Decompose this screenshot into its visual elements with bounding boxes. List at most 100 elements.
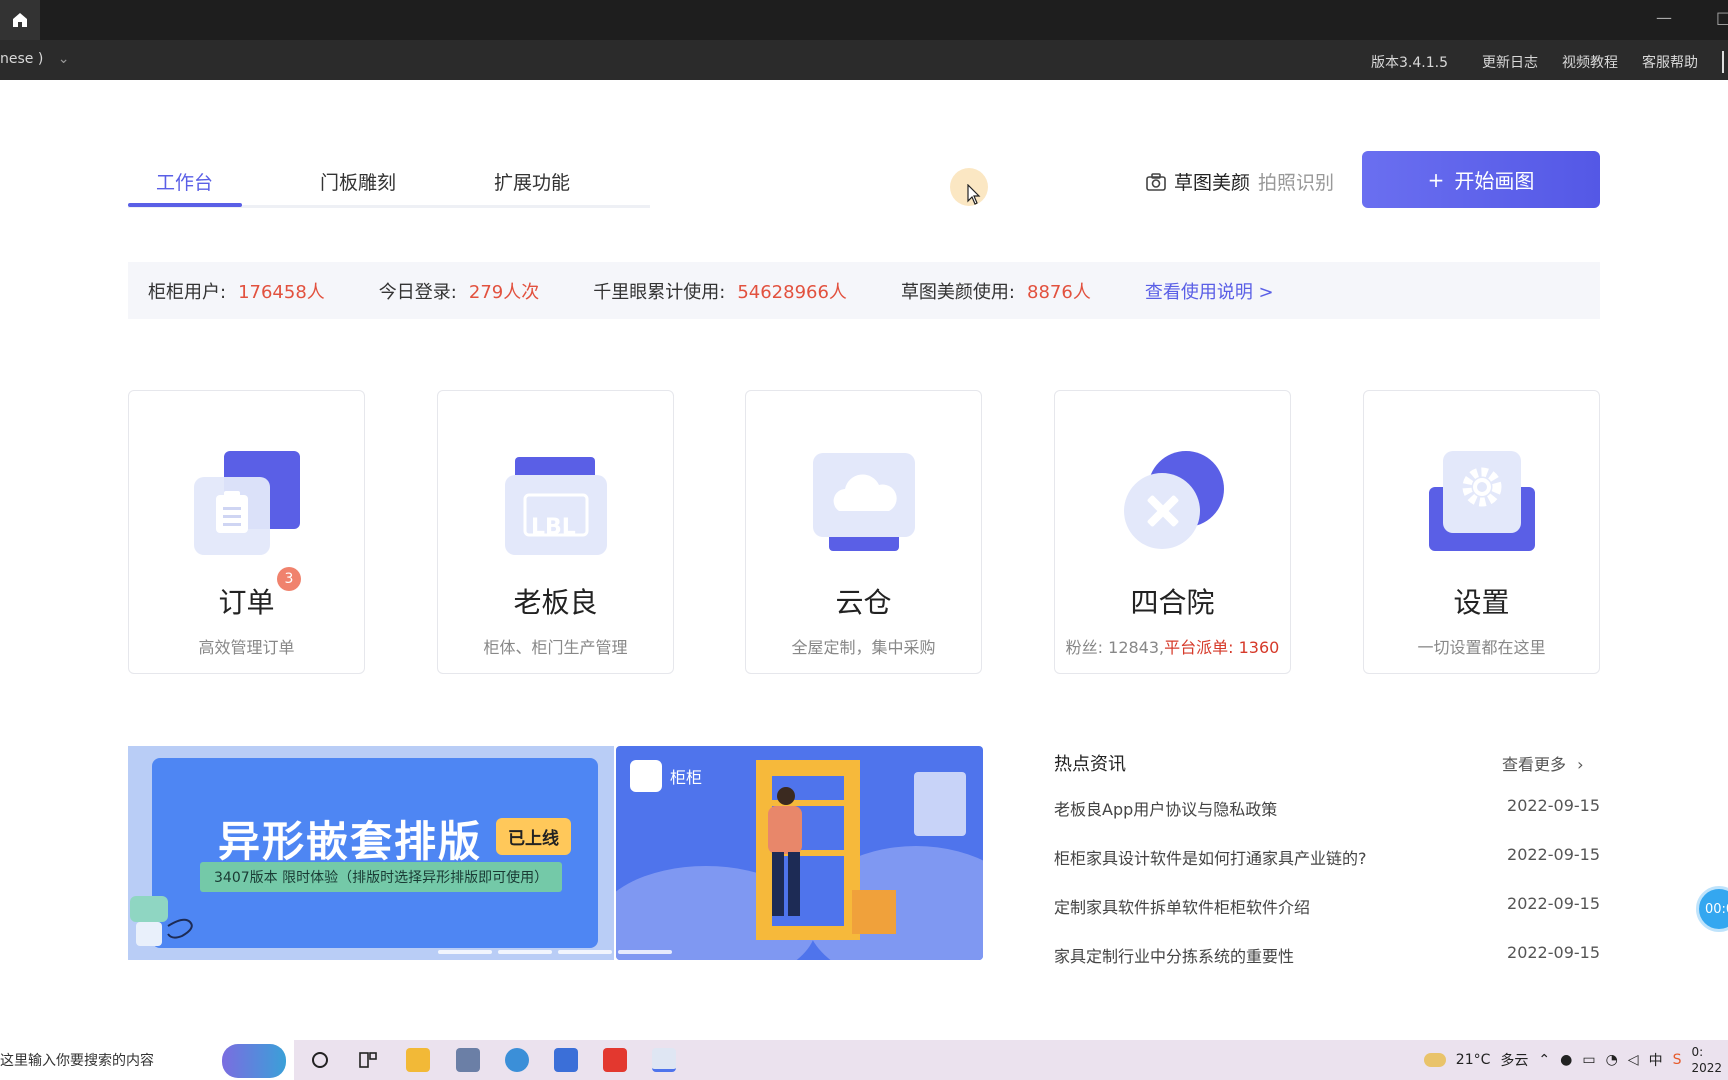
app-icon[interactable] bbox=[554, 1048, 578, 1072]
cortana-icon[interactable] bbox=[308, 1048, 332, 1072]
banner-nesting-layout[interactable]: 异形嵌套排版 已上线 3407版本 限时体验（排版时选择异形排版即可使用） bbox=[128, 746, 614, 960]
news-more-label: 查看更多 bbox=[1502, 755, 1567, 774]
language-selector[interactable]: nese ) ⌄ bbox=[0, 51, 70, 67]
video-tutorial-link[interactable]: 视频教程 bbox=[1562, 52, 1618, 72]
calculator-icon[interactable] bbox=[456, 1048, 480, 1072]
clock[interactable]: 0: 2022 bbox=[1691, 1044, 1722, 1076]
news-title: 定制家具软件拆单软件柜柜软件介绍 bbox=[1054, 898, 1311, 917]
card-title-settings: 设置 bbox=[1453, 586, 1510, 619]
card-title-siheyuan: 四合院 bbox=[1130, 586, 1215, 619]
start-drawing-label: 开始画图 bbox=[1454, 169, 1535, 193]
file-explorer-icon[interactable] bbox=[406, 1048, 430, 1072]
taskbar-search-input[interactable]: 在这里输入你要搜索的内容 bbox=[0, 1040, 294, 1080]
browser-icon[interactable] bbox=[505, 1048, 529, 1072]
stat-label-sketch: 草图美颜使用: bbox=[900, 281, 1016, 303]
home-button[interactable] bbox=[0, 0, 40, 40]
banner-online-tag: 已上线 bbox=[496, 818, 571, 855]
design-tools-icon bbox=[1123, 451, 1224, 549]
mouse-cursor-icon bbox=[967, 184, 981, 205]
sketch-beauty-button[interactable]: 草图美颜 bbox=[1174, 168, 1250, 195]
support-link[interactable]: 客服帮助 bbox=[1642, 52, 1698, 72]
changelog-link[interactable]: 更新日志 bbox=[1482, 52, 1538, 72]
cloud-icon bbox=[812, 453, 915, 551]
tab-door-carving[interactable]: 门板雕刻 bbox=[320, 168, 396, 195]
stat-value-users: 176458人 bbox=[238, 281, 325, 303]
search-placeholder: 在这里输入你要搜索的内容 bbox=[0, 1053, 154, 1069]
weather-temp: 21°C bbox=[1455, 1052, 1491, 1068]
weather-desc: 多云 bbox=[1500, 1053, 1529, 1069]
card-settings[interactable]: 设置 一切设置都在这里 bbox=[1363, 390, 1600, 674]
main-tabs: 工作台 门板雕刻 扩展功能 bbox=[128, 150, 650, 208]
card-laobanliang[interactable]: LBL 老板良 柜体、柜门生产管理 bbox=[437, 390, 674, 674]
version-label: 版本3.4.1.5 bbox=[1371, 55, 1448, 71]
tab-extensions[interactable]: 扩展功能 bbox=[494, 168, 570, 195]
weather-icon bbox=[1423, 1053, 1446, 1067]
card-orders[interactable]: 订单 3 高效管理订单 bbox=[128, 390, 365, 674]
stat-value-qianliyan: 54628966人 bbox=[737, 281, 847, 303]
chevron-up-icon[interactable]: ⌃ bbox=[1538, 1052, 1550, 1068]
chevron-down-icon: ⌄ bbox=[57, 51, 70, 67]
card-title-cloud: 云仓 bbox=[835, 586, 892, 619]
card-cloud-warehouse[interactable]: 云仓 全屋定制，集中采购 bbox=[745, 390, 982, 674]
banner-panel: 异形嵌套排版 已上线 3407版本 限时体验（排版时选择异形排版即可使用） bbox=[152, 758, 598, 948]
card-title-orders: 订单 bbox=[218, 586, 275, 619]
task-view-icon[interactable] bbox=[356, 1048, 380, 1072]
stat-label-users: 柜柜用户: bbox=[148, 281, 227, 303]
card-siheyuan[interactable]: 四合院 粉丝: 12843,平台派单: 1360 bbox=[1054, 390, 1291, 674]
banner-subtitle: 3407版本 限时体验（排版时选择异形排版即可使用） bbox=[200, 862, 563, 892]
search-illustration-icon bbox=[222, 1044, 286, 1078]
news-date: 2022-09-15 bbox=[1507, 943, 1600, 962]
banner-guigui-promo[interactable]: 柜柜 bbox=[616, 746, 983, 960]
card-sub-orders: 高效管理订单 bbox=[198, 638, 295, 657]
stat-label-logins: 今日登录: bbox=[378, 281, 457, 303]
language-label: nese ) bbox=[0, 51, 44, 67]
microphone-icon[interactable]: ● bbox=[1560, 1052, 1572, 1068]
carousel-dot[interactable] bbox=[498, 950, 552, 954]
carousel-dot-active[interactable] bbox=[618, 950, 672, 954]
guigui-logo-text: 柜柜 bbox=[670, 768, 703, 787]
order-count-badge: 3 bbox=[277, 567, 301, 591]
robot-illustration-icon bbox=[130, 896, 193, 946]
stat-value-logins: 279人次 bbox=[468, 281, 540, 303]
carousel-dot[interactable] bbox=[438, 950, 492, 954]
card-sub-laobanliang: 柜体、柜门生产管理 bbox=[483, 638, 628, 657]
chevron-right-icon: › bbox=[1577, 755, 1584, 774]
photo-recognize-button[interactable]: 拍照识别 bbox=[1258, 168, 1334, 195]
active-tab-indicator bbox=[128, 203, 242, 207]
tab-workbench[interactable]: 工作台 bbox=[156, 168, 213, 195]
carousel-dot[interactable] bbox=[558, 950, 612, 954]
guigui-taskbar-icon[interactable] bbox=[652, 1048, 676, 1072]
sogou-icon[interactable]: S bbox=[1673, 1052, 1682, 1068]
system-tray: 21°C 多云 ⌃ ● ▭ ◔ ◁ 中 S 0: 2022 bbox=[1423, 1040, 1728, 1080]
stat-label-qianliyan: 千里眼累计使用: bbox=[593, 281, 726, 303]
start-drawing-button[interactable]: + 开始画图 bbox=[1362, 151, 1600, 208]
clock-time: 0: bbox=[1691, 1045, 1704, 1059]
bird-logo-icon bbox=[630, 760, 662, 792]
taskbar: 在这里输入你要搜索的内容 21°C 多云 ⌃ ● ▭ ◔ ◁ 中 S 0: 20… bbox=[0, 1040, 1728, 1080]
volume-icon[interactable]: ◁ bbox=[1628, 1052, 1639, 1068]
lbl-icon bbox=[504, 457, 607, 555]
ime-indicator[interactable]: 中 bbox=[1649, 1050, 1663, 1070]
menu-divider bbox=[1722, 51, 1724, 73]
menu-bar: nese ) ⌄ 版本3.4.1.5 更新日志 视频教程 客服帮助 bbox=[0, 40, 1728, 80]
minimize-button[interactable]: — bbox=[1656, 8, 1672, 27]
news-title: 老板良App用户协议与隐私政策 bbox=[1054, 800, 1278, 819]
camera-icon bbox=[1146, 172, 1166, 191]
card-sub-cloud: 全屋定制，集中采购 bbox=[791, 638, 936, 657]
restore-button[interactable]: □ bbox=[1716, 8, 1728, 27]
news-title: 柜柜家具设计软件是如何打通家具产业链的? bbox=[1054, 849, 1367, 868]
battery-icon[interactable]: ▭ bbox=[1582, 1052, 1595, 1068]
sketch-actions: 草图美颜 拍照识别 bbox=[1146, 168, 1334, 195]
plus-icon: + bbox=[1427, 167, 1445, 192]
wps-icon[interactable] bbox=[603, 1048, 627, 1072]
stats-bar: 柜柜用户: 176458人 今日登录: 279人次 千里眼累计使用: 54628… bbox=[128, 262, 1600, 319]
home-icon bbox=[13, 13, 27, 27]
news-title: 家具定制行业中分拣系统的重要性 bbox=[1054, 947, 1295, 966]
clock-date: 2022 bbox=[1691, 1061, 1722, 1075]
news-date: 2022-09-15 bbox=[1507, 894, 1600, 913]
floating-timer-button[interactable]: 00:0 bbox=[1696, 886, 1728, 932]
news-more-link[interactable]: 查看更多 › bbox=[1502, 751, 1584, 775]
usage-guide-link[interactable]: 查看使用说明 > bbox=[1145, 278, 1274, 304]
wifi-icon[interactable]: ◔ bbox=[1606, 1052, 1618, 1068]
fans-count: 粉丝: 12843, bbox=[1065, 638, 1165, 657]
